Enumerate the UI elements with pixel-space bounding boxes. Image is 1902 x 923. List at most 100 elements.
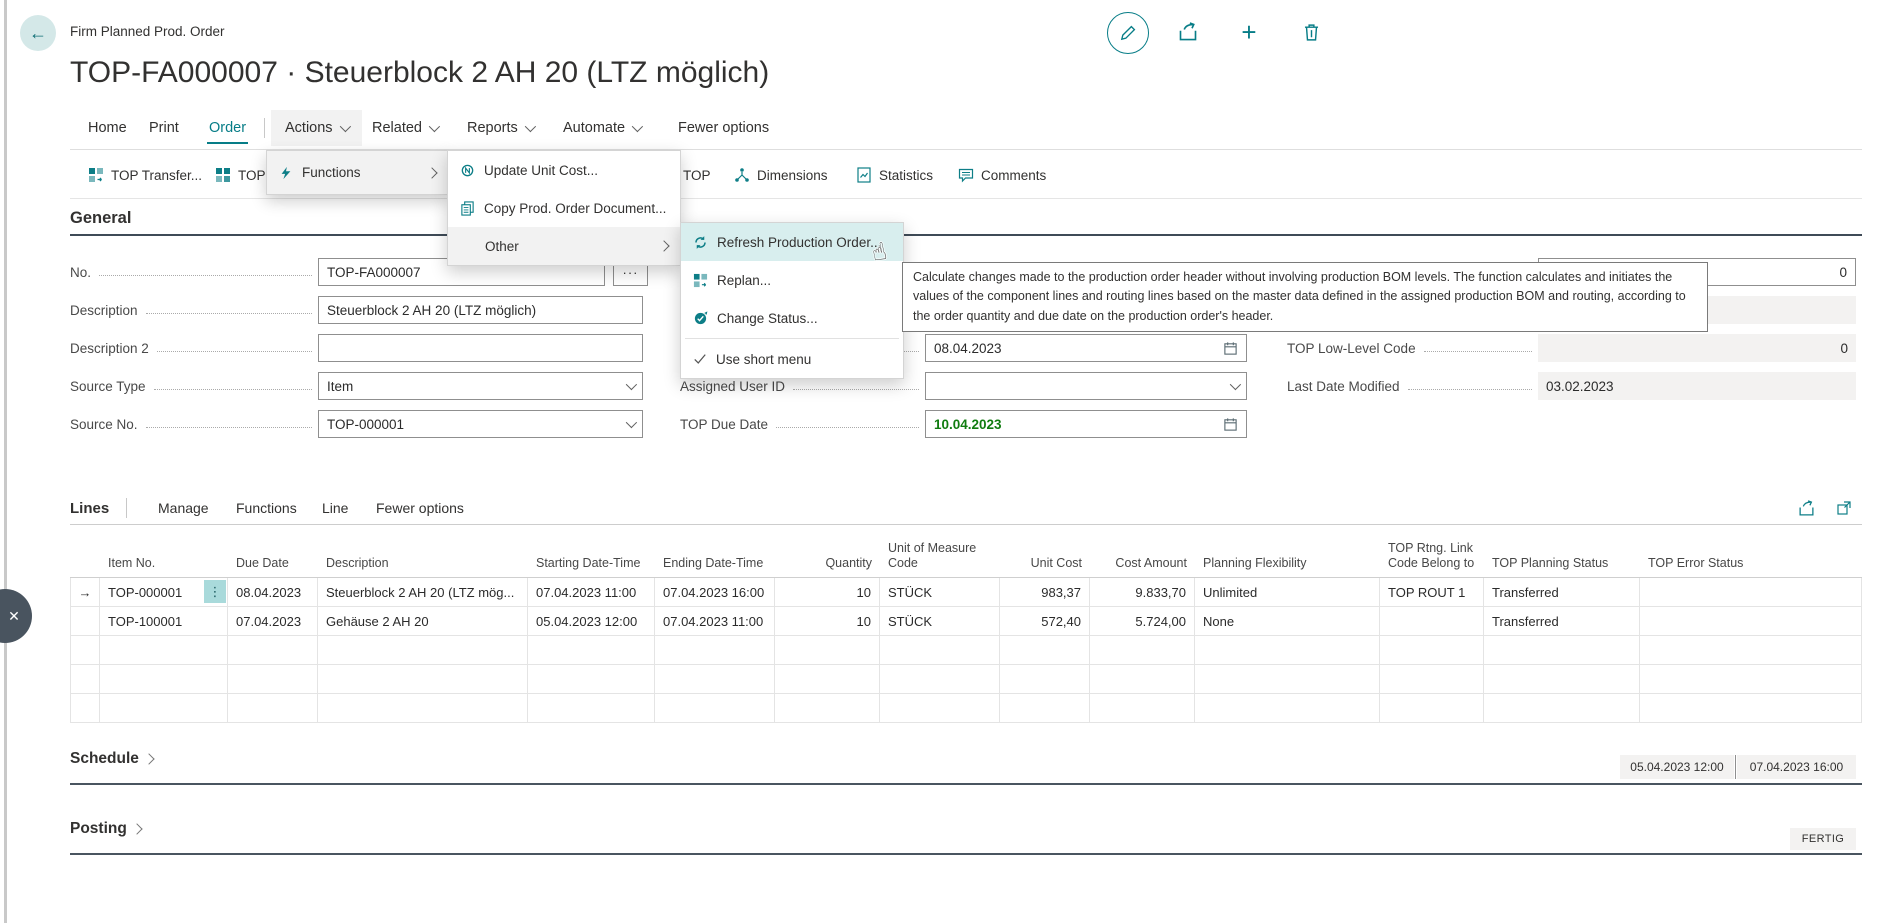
header-planning-status[interactable]: TOP Planning Status <box>1484 530 1640 577</box>
cell-unit-cost[interactable]: 983,37 <box>1000 578 1090 606</box>
lines-functions-button[interactable]: Functions <box>236 494 297 522</box>
delete-button[interactable] <box>1295 16 1327 48</box>
source-type-label-row: Source Type <box>70 372 318 400</box>
toolbar-comments-button[interactable]: Comments <box>958 160 1046 190</box>
grid-transfer-icon <box>88 167 104 183</box>
menu-order[interactable]: Order <box>203 110 252 146</box>
toolbar-top-button[interactable]: TOP <box>215 160 266 190</box>
cell-rtng-link[interactable]: TOP ROUT 1 <box>1380 578 1484 606</box>
menu-item-functions[interactable]: Functions <box>267 151 448 194</box>
toolbar-top-fragment[interactable]: TOP <box>683 160 711 190</box>
cell-planning-status[interactable]: Transferred <box>1484 607 1640 635</box>
menubar-divider <box>264 118 265 138</box>
menu-reports[interactable]: Reports <box>461 110 539 146</box>
last-modified-label-row: Last Date Modified <box>1287 372 1538 400</box>
cell-planning-status[interactable]: Transferred <box>1484 578 1640 606</box>
share-button[interactable] <box>1172 16 1204 48</box>
source-no-field[interactable]: TOP-000001 <box>318 410 643 438</box>
menu-item-change-status[interactable]: Change Status... <box>681 299 903 337</box>
cell-starting[interactable]: 05.04.2023 12:00 <box>528 607 655 635</box>
source-no-label-row: Source No. <box>70 410 318 438</box>
cell-cost-amount[interactable]: 5.724,00 <box>1090 607 1195 635</box>
menu-automate[interactable]: Automate <box>557 110 646 146</box>
cell-item-no[interactable]: TOP-100001 <box>100 607 228 635</box>
menu-actions[interactable]: Actions <box>271 110 362 146</box>
cell-planning-flex[interactable]: None <box>1195 607 1380 635</box>
menu-print[interactable]: Print <box>143 110 185 146</box>
page-caption: Firm Planned Prod. Order <box>70 24 225 39</box>
toolbar-statistics-button[interactable]: Statistics <box>856 160 933 190</box>
cell-due-date[interactable]: 08.04.2023 <box>228 578 318 606</box>
header-ending[interactable]: Ending Date-Time <box>655 530 775 577</box>
cell-description[interactable]: Steuerblock 2 AH 20 (LTZ mög... <box>318 578 528 606</box>
calendar-icon[interactable] <box>1223 417 1238 432</box>
cell-rtng-link[interactable] <box>1380 607 1484 635</box>
schedule-section-title[interactable]: Schedule <box>70 750 153 768</box>
cell-uom[interactable]: STÜCK <box>880 607 1000 635</box>
cell-cost-amount[interactable]: 9.833,70 <box>1090 578 1195 606</box>
plus-icon: + <box>1241 19 1256 45</box>
cell-quantity[interactable]: 10 <box>775 578 880 606</box>
lines-line-button[interactable]: Line <box>322 494 348 522</box>
menu-related[interactable]: Related <box>366 110 443 146</box>
back-button[interactable]: ← <box>20 15 56 51</box>
lines-manage-button[interactable]: Manage <box>158 494 209 522</box>
menu-item-other[interactable]: Other <box>448 227 680 265</box>
lines-fewer-options-button[interactable]: Fewer options <box>376 494 464 522</box>
header-error-status[interactable]: TOP Error Status <box>1640 530 1862 577</box>
header-rtng-link[interactable]: TOP Rtng. Link Code Belong to <box>1380 530 1484 577</box>
general-section-title[interactable]: General <box>70 209 131 228</box>
cell-unit-cost[interactable]: 572,40 <box>1000 607 1090 635</box>
cell-error-status[interactable] <box>1640 607 1862 635</box>
chevron-right-icon <box>131 823 142 834</box>
cell-description[interactable]: Gehäuse 2 AH 20 <box>318 607 528 635</box>
calendar-icon[interactable] <box>1223 341 1238 356</box>
due-date-field[interactable]: 08.04.2023 <box>925 334 1247 362</box>
description2-field[interactable] <box>318 334 643 362</box>
edit-button[interactable] <box>1107 12 1149 54</box>
lines-share-button[interactable] <box>1794 496 1818 520</box>
side-panel-handle[interactable]: ✕ <box>0 589 32 643</box>
cell-quantity[interactable]: 10 <box>775 607 880 635</box>
cell-ending[interactable]: 07.04.2023 11:00 <box>655 607 775 635</box>
menu-item-replan[interactable]: Replan... <box>681 261 903 299</box>
menu-fewer-options[interactable]: Fewer options <box>672 110 775 146</box>
top-due-date-field[interactable]: 10.04.2023 <box>925 410 1247 438</box>
header-cost-amount[interactable]: Cost Amount <box>1090 530 1195 577</box>
header-item-no[interactable]: Item No. <box>100 530 228 577</box>
comment-icon <box>958 167 974 183</box>
assigned-user-field[interactable] <box>925 372 1247 400</box>
posting-section-title[interactable]: Posting <box>70 820 141 838</box>
cell-ending[interactable]: 07.04.2023 16:00 <box>655 578 775 606</box>
cell-due-date[interactable]: 07.04.2023 <box>228 607 318 635</box>
last-modified-field: 03.02.2023 <box>1538 372 1856 400</box>
menu-home[interactable]: Home <box>82 110 133 146</box>
header-due-date[interactable]: Due Date <box>228 530 318 577</box>
description-field[interactable]: Steuerblock 2 AH 20 (LTZ möglich) <box>318 296 643 324</box>
header-description[interactable]: Description <box>318 530 528 577</box>
header-uom[interactable]: Unit of Measure Code <box>880 530 1000 577</box>
cell-error-status[interactable] <box>1640 578 1862 606</box>
share-icon <box>1178 22 1198 42</box>
cell-starting[interactable]: 07.04.2023 11:00 <box>528 578 655 606</box>
menu-item-copy-prod-order[interactable]: Copy Prod. Order Document... <box>448 189 680 227</box>
menu-separator <box>685 338 899 339</box>
lines-section-title[interactable]: Lines <box>70 494 109 522</box>
new-button[interactable]: + <box>1233 16 1265 48</box>
chevron-down-icon <box>525 121 536 132</box>
row-menu-button[interactable]: ⋮ <box>204 580 226 603</box>
toolbar-dimensions-button[interactable]: Dimensions <box>734 160 828 190</box>
menu-item-update-unit-cost[interactable]: Update Unit Cost... <box>448 151 680 189</box>
cell-uom[interactable]: STÜCK <box>880 578 1000 606</box>
header-planning-flex[interactable]: Planning Flexibility <box>1195 530 1380 577</box>
cell-item-no[interactable]: TOP-000001 ⋮ <box>100 578 228 606</box>
header-quantity[interactable]: Quantity <box>775 530 880 577</box>
header-unit-cost[interactable]: Unit Cost <box>1000 530 1090 577</box>
lines-expand-button[interactable] <box>1832 496 1856 520</box>
cell-planning-flex[interactable]: Unlimited <box>1195 578 1380 606</box>
menu-item-use-short-menu[interactable]: Use short menu <box>681 340 903 378</box>
source-type-field[interactable]: Item <box>318 372 643 400</box>
toolbar-top-transfer-button[interactable]: TOP Transfer... <box>88 160 202 190</box>
dotted-leader <box>99 275 312 276</box>
header-starting[interactable]: Starting Date-Time <box>528 530 655 577</box>
